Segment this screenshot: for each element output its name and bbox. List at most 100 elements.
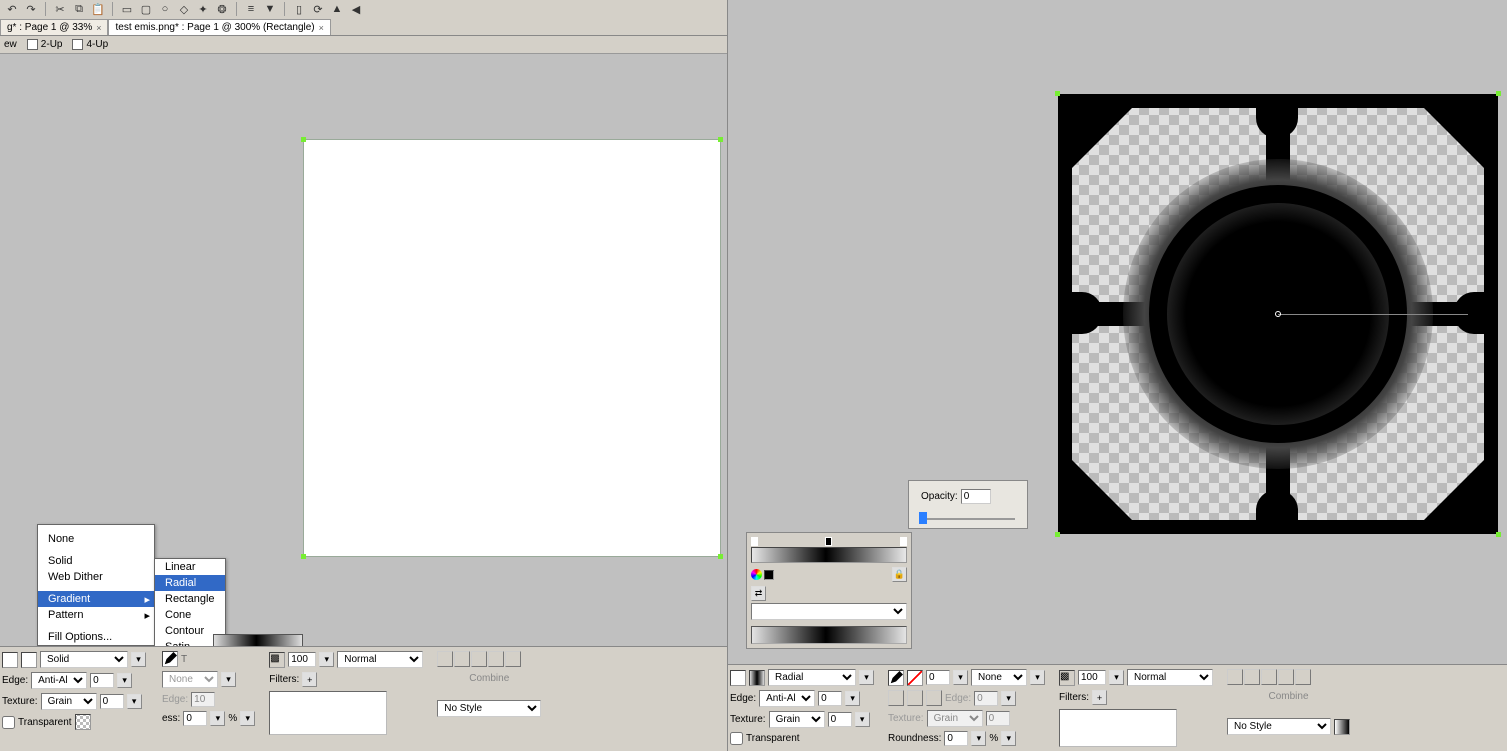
arrow-down-icon[interactable]: ▾ — [859, 670, 874, 685]
page-icon[interactable]: ▯ — [291, 2, 307, 16]
paint-bucket-icon[interactable] — [2, 652, 18, 668]
copy-icon[interactable]: ⧉ — [71, 2, 87, 16]
pencil-icon[interactable] — [888, 670, 904, 686]
close-icon[interactable]: × — [319, 23, 324, 33]
stroke-edge-spinner[interactable]: ▾ — [1001, 691, 1016, 706]
opacity-spinner[interactable]: ▾ — [1109, 670, 1124, 685]
mi-web-dither[interactable]: Web Dither — [38, 569, 154, 585]
mi-solid[interactable]: Solid — [38, 553, 154, 569]
diff-button[interactable] — [1295, 669, 1311, 685]
mi-cone[interactable]: Cone — [155, 607, 225, 623]
rect-icon[interactable]: ▭ — [119, 2, 135, 16]
texture-value-input[interactable] — [828, 712, 852, 727]
lock-icon[interactable]: 🔒 — [892, 567, 907, 582]
intersect-button[interactable] — [1261, 669, 1277, 685]
4up-mode[interactable]: 4-Up — [72, 39, 108, 50]
texture-value-input[interactable] — [100, 694, 124, 709]
cut-icon[interactable]: ✂ — [52, 2, 68, 16]
stroke-align-center[interactable] — [907, 690, 923, 706]
add-filter-button[interactable]: + — [1092, 690, 1107, 705]
mi-pattern[interactable]: Pattern — [38, 607, 154, 623]
mi-rectangle[interactable]: Rectangle — [155, 591, 225, 607]
mi-radial[interactable]: Radial — [155, 575, 225, 591]
dropdown-icon[interactable]: ▼ — [262, 2, 278, 16]
fill-swatch[interactable] — [749, 670, 765, 686]
union-button[interactable] — [1227, 669, 1243, 685]
edge-value-input[interactable] — [90, 673, 114, 688]
flip-icon[interactable]: ▲ — [329, 2, 345, 16]
preview-mode[interactable]: ew — [4, 39, 17, 50]
crop-button[interactable] — [1278, 669, 1294, 685]
gradient-handle-line[interactable] — [1278, 314, 1468, 315]
add-filter-button[interactable]: + — [302, 672, 317, 687]
stroke-spinner[interactable]: ▾ — [221, 672, 236, 687]
stop-color-swatch[interactable] — [764, 570, 774, 580]
document-tab-1[interactable]: g* : Page 1 @ 33% × — [0, 19, 108, 35]
paste-icon[interactable]: 📋 — [90, 2, 106, 16]
mirror-icon[interactable]: ◀ — [348, 2, 364, 16]
2up-mode[interactable]: 2-Up — [27, 39, 63, 50]
texture-select[interactable]: Grain — [41, 693, 97, 710]
color-wheel-icon[interactable] — [751, 569, 762, 580]
roundness-spinner[interactable]: ▾ — [971, 731, 986, 746]
fill-type-menu[interactable]: None Solid Web Dither Gradient Pattern F… — [37, 524, 155, 646]
ness-input[interactable] — [183, 711, 207, 726]
canvas-document[interactable] — [304, 140, 720, 556]
opacity-icon[interactable]: ▩ — [269, 652, 285, 668]
no-stroke-swatch[interactable] — [907, 670, 923, 686]
align-icon[interactable]: ≡ — [243, 2, 259, 16]
ness-spinner[interactable]: ▾ — [210, 711, 225, 726]
mi-none[interactable]: None — [38, 531, 154, 547]
handle-top-right[interactable] — [1496, 91, 1501, 96]
gradient-stop-mid[interactable] — [825, 537, 832, 546]
opacity-value-input[interactable] — [961, 489, 991, 504]
rounded-icon[interactable]: ▢ — [138, 2, 154, 16]
opacity-popup[interactable]: Opacity: — [908, 480, 1028, 529]
stroke-mode-select[interactable]: None — [162, 671, 218, 688]
swirl-icon[interactable]: ❂ — [214, 2, 230, 16]
edge-value-input[interactable] — [818, 691, 842, 706]
handle-bottom-left[interactable] — [301, 554, 306, 559]
blend-mode-select[interactable]: Normal — [337, 651, 423, 668]
edge-mode-select[interactable]: Anti-Alias — [31, 672, 87, 689]
edge-spinner[interactable]: ▾ — [845, 691, 860, 706]
roundness-spinner-2[interactable]: ▾ — [1001, 731, 1016, 746]
gradient-stop-start[interactable] — [751, 537, 758, 546]
paint-bucket-icon[interactable] — [730, 670, 746, 686]
opacity-icon[interactable]: ▩ — [1059, 670, 1075, 686]
roundness-input[interactable] — [944, 731, 968, 746]
style-swatch[interactable] — [1334, 719, 1350, 735]
filter-list[interactable] — [1059, 709, 1177, 747]
mi-linear[interactable]: Linear — [155, 559, 225, 575]
canvas-document-right[interactable] — [1058, 94, 1498, 534]
arrow-down-icon[interactable]: ▾ — [131, 652, 146, 667]
tex-spinner[interactable]: ▾ — [855, 712, 870, 727]
gradient-center-handle[interactable] — [1275, 311, 1281, 317]
fill-type-select[interactable]: Radial — [768, 669, 856, 686]
gradient-stop-end[interactable] — [900, 537, 907, 546]
rotate-icon[interactable]: ⟳ — [310, 2, 326, 16]
pencil-icon[interactable] — [162, 651, 178, 667]
tex-spinner[interactable]: ▾ — [127, 694, 142, 709]
handle-bottom-right[interactable] — [1496, 532, 1501, 537]
canvas-area-right[interactable]: Opacity: 🔒 — [728, 0, 1507, 664]
style-select[interactable]: No Style — [437, 700, 541, 717]
handle-top-left[interactable] — [301, 137, 306, 142]
fill-swatch[interactable] — [21, 652, 37, 668]
style-select[interactable]: No Style — [1227, 718, 1331, 735]
gradient-strip[interactable] — [751, 547, 907, 563]
grad-swap-icon[interactable]: ⇄ — [751, 586, 766, 601]
diff-button[interactable] — [505, 651, 521, 667]
poly-icon[interactable]: ◇ — [176, 2, 192, 16]
transparent-checkbox[interactable] — [2, 716, 15, 729]
opacity-input[interactable] — [1078, 670, 1106, 685]
document-tab-active[interactable]: test emis.png* : Page 1 @ 300% (Rectangl… — [108, 19, 330, 35]
gradient-preset-select[interactable] — [751, 603, 907, 620]
handle-top-right[interactable] — [718, 137, 723, 142]
slider-thumb[interactable] — [919, 512, 927, 524]
handle-bottom-left[interactable] — [1055, 532, 1060, 537]
handle-top-left[interactable] — [1055, 91, 1060, 96]
intersect-button[interactable] — [471, 651, 487, 667]
undo-icon[interactable]: ↶ — [4, 2, 20, 16]
edge-mode-select[interactable]: Anti-Alias — [759, 690, 815, 707]
